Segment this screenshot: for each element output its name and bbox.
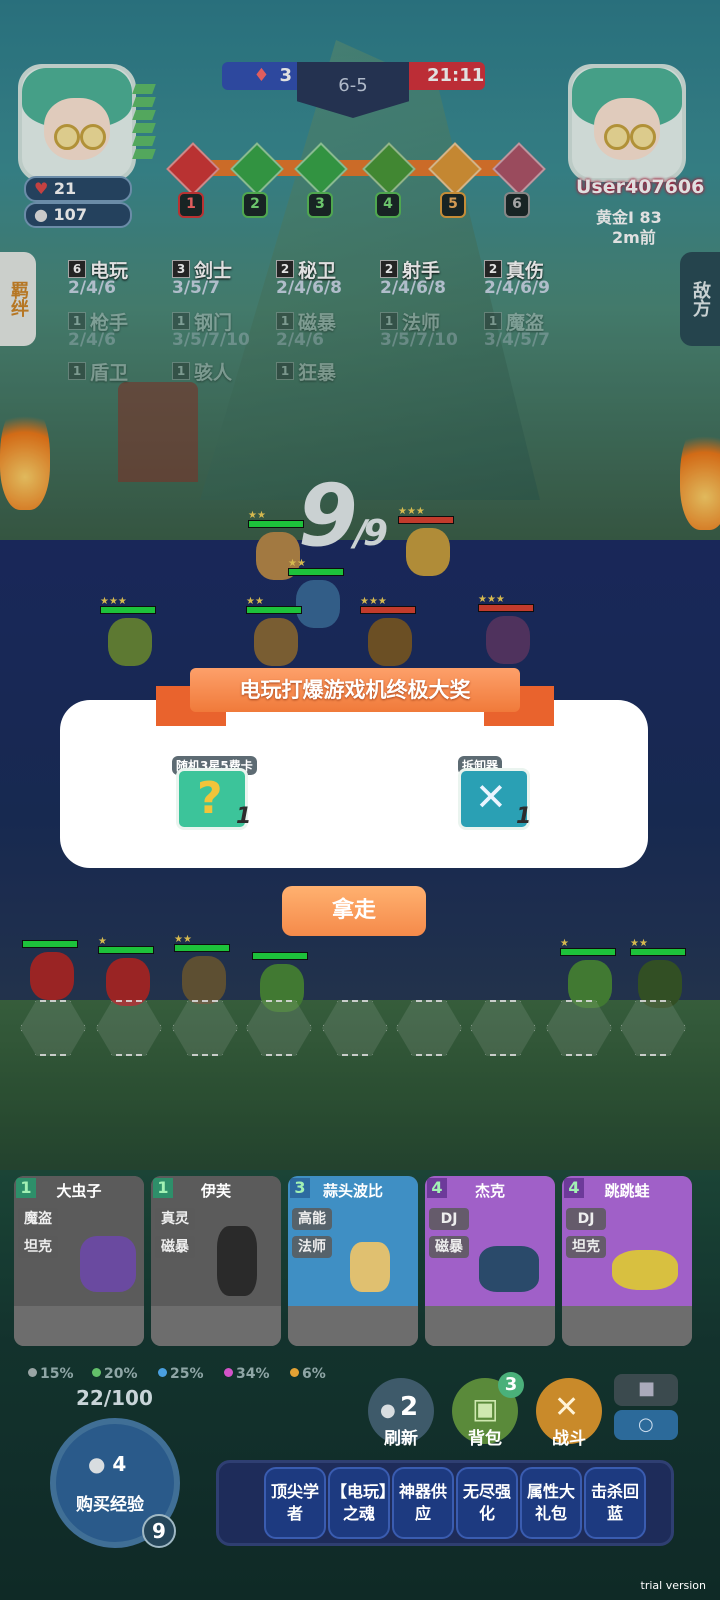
talent-item[interactable]: 无尽强化 xyxy=(456,1467,518,1539)
coin-icon: ● xyxy=(380,1400,396,1421)
take-button[interactable]: 拿走 xyxy=(282,886,426,936)
crossed-swords-icon: ✕ xyxy=(554,1390,580,1425)
shop-card[interactable]: 1 伊芙 真灵 磁暴 xyxy=(151,1176,281,1346)
exp-cost: ● 4 xyxy=(88,1452,127,1476)
shop-card[interactable]: 3 蒜头波比 高能 法师 xyxy=(288,1176,418,1346)
reward-title: 电玩打爆游戏机终极大奖 xyxy=(190,668,520,712)
odds-tier-2: 20% xyxy=(92,1366,138,1382)
odds-tier-4: 34% xyxy=(224,1366,270,1382)
lock-icon: ■ xyxy=(638,1378,656,1399)
odds-tier-1: 15% xyxy=(28,1366,74,1382)
buy-exp-label: 购买经验 xyxy=(76,1495,144,1515)
search-icon: ○ xyxy=(638,1414,654,1435)
shop-card[interactable]: 4 跳跳蛙 DJ 坦克 xyxy=(562,1176,692,1346)
refresh-label: 刷新 xyxy=(384,1429,418,1449)
backpack-icon: ▣ xyxy=(472,1392,499,1425)
bag-label: 背包 xyxy=(468,1429,502,1449)
fight-label: 战斗 xyxy=(552,1429,586,1449)
coin-icon: ● xyxy=(88,1452,106,1476)
shop-card[interactable]: 4 杰克 DJ 磁暴 xyxy=(425,1176,555,1346)
talent-item[interactable]: 顶尖学者 xyxy=(264,1467,326,1539)
shop-card[interactable]: 1 大虫子 魔盗 坦克 xyxy=(14,1176,144,1346)
odds-tier-3: 25% xyxy=(158,1366,204,1382)
reward-modal xyxy=(60,700,648,868)
talent-item[interactable]: 【电玩】之魂 xyxy=(328,1467,390,1539)
talent-item[interactable]: 属性大礼包 xyxy=(520,1467,582,1539)
player-level: 9 xyxy=(142,1514,176,1548)
search-button[interactable]: ○ xyxy=(614,1410,678,1440)
reward-qty-2: 1 xyxy=(516,804,532,829)
talent-item[interactable]: 神器供应 xyxy=(392,1467,454,1539)
odds-tier-5: 6% xyxy=(290,1366,326,1382)
watermark: trial version xyxy=(640,1579,706,1592)
reward-qty-1: 1 xyxy=(236,804,252,829)
lock-shop-button[interactable]: ■ xyxy=(614,1374,678,1406)
bag-count-badge: 3 xyxy=(498,1372,524,1398)
talent-item[interactable]: 击杀回蓝 xyxy=(584,1467,646,1539)
exp-progress: 22/100 xyxy=(76,1386,153,1410)
